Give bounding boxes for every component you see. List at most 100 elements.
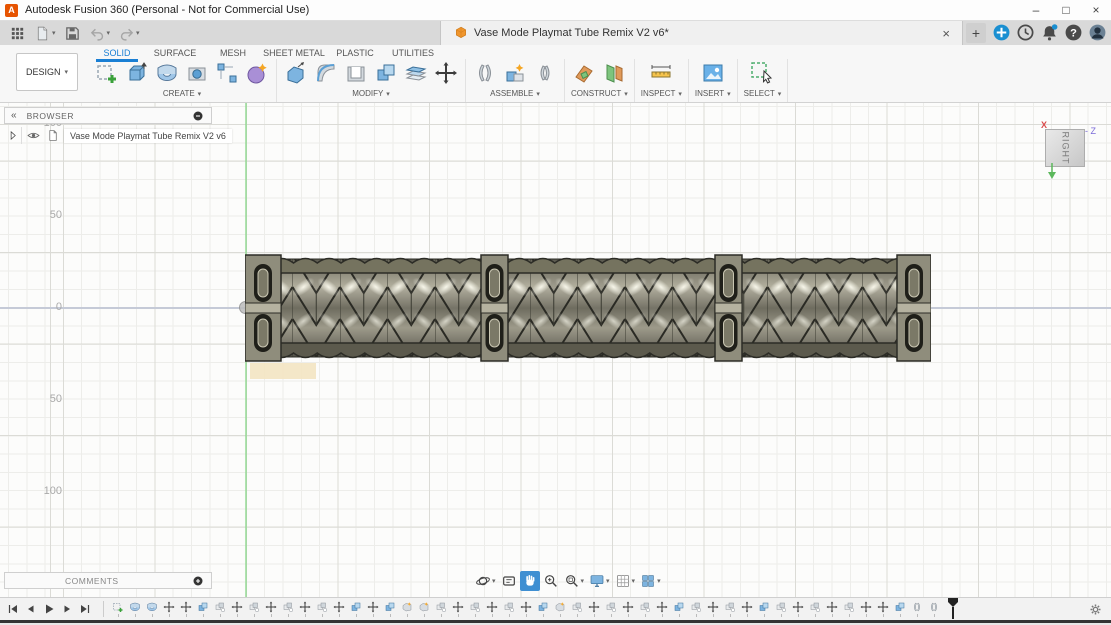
timeline-feature-base-feature[interactable]	[554, 601, 566, 617]
timeline-feature-combine[interactable]	[673, 601, 685, 617]
timeline-feature-copy[interactable]	[639, 601, 651, 617]
timeline-feature-move-tool[interactable]	[367, 601, 379, 617]
new-tab-button[interactable]: +	[966, 23, 986, 43]
timeline-feature-move-tool[interactable]	[163, 601, 175, 617]
timeline-feature-create-sketch[interactable]	[112, 601, 124, 617]
step-forward-button[interactable]	[60, 602, 73, 615]
joint-origin-icon[interactable]	[532, 60, 558, 86]
orbit-tool[interactable]: ▾	[473, 571, 498, 591]
timeline-feature-copy[interactable]	[571, 601, 583, 617]
timeline-feature-move-tool[interactable]	[486, 601, 498, 617]
play-button[interactable]	[42, 602, 55, 615]
skip-end-button[interactable]	[78, 602, 91, 615]
assemble-dropdown[interactable]: ASSEMBLE▾	[490, 89, 540, 98]
timeline-feature-base-feature[interactable]	[418, 601, 430, 617]
model-viewport[interactable]: 10050050100	[0, 103, 1111, 597]
timeline-feature-move-tool[interactable]	[333, 601, 345, 617]
select-box-icon[interactable]	[749, 60, 775, 86]
timeline-feature-copy[interactable]	[775, 601, 787, 617]
timeline-feature-move-tool[interactable]	[622, 601, 634, 617]
timeline-feature-combine[interactable]	[894, 601, 906, 617]
timeline-feature-copy[interactable]	[435, 601, 447, 617]
create-sketch-icon[interactable]	[94, 60, 120, 86]
timeline-feature-move-tool[interactable]	[826, 601, 838, 617]
expand-arrow-icon[interactable]	[4, 127, 22, 144]
extrude-icon[interactable]	[124, 60, 150, 86]
fillet-icon[interactable]	[313, 60, 339, 86]
timeline-feature-move-tool[interactable]	[860, 601, 872, 617]
close-window-button[interactable]: ×	[1081, 0, 1111, 20]
timeline-feature-copy[interactable]	[282, 601, 294, 617]
timeline-feature-move-tool[interactable]	[231, 601, 243, 617]
timeline-feature-copy[interactable]	[469, 601, 481, 617]
component-name[interactable]: Vase Mode Playmat Tube Remix V2 v6	[64, 129, 232, 143]
construct-dropdown[interactable]: CONSTRUCT▾	[571, 89, 628, 98]
file-button[interactable]: ▾	[31, 23, 59, 44]
timeline-feature-move-tool[interactable]	[707, 601, 719, 617]
timeline-feature-move-tool[interactable]	[180, 601, 192, 617]
timeline-feature-copy[interactable]	[605, 601, 617, 617]
extensions-icon[interactable]	[992, 23, 1011, 42]
circle-minus-icon[interactable]	[190, 108, 205, 123]
joint-icon[interactable]	[472, 60, 498, 86]
tube-model[interactable]	[245, 253, 931, 363]
timeline-feature-move-tool[interactable]	[452, 601, 464, 617]
avatar-icon[interactable]	[1088, 23, 1107, 42]
fit-tool[interactable]: ▾	[562, 571, 587, 591]
timeline-playhead[interactable]	[948, 598, 958, 619]
app-grid-button[interactable]	[6, 23, 29, 44]
select-dropdown[interactable]: SELECT▾	[744, 89, 782, 98]
timeline-feature-copy[interactable]	[316, 601, 328, 617]
display-tool[interactable]: ▾	[587, 571, 612, 591]
look-at-tool[interactable]	[499, 571, 519, 591]
viewcube[interactable]: RIGHT	[1045, 129, 1085, 167]
circle-plus-icon[interactable]	[190, 573, 205, 588]
shell-icon[interactable]	[343, 60, 369, 86]
redo-button[interactable]: ▾	[115, 23, 143, 44]
pattern-icon[interactable]	[214, 60, 240, 86]
move-tool-icon[interactable]	[433, 60, 459, 86]
timeline-feature-joint[interactable]	[928, 601, 940, 617]
timeline-feature-revolve[interactable]	[146, 601, 158, 617]
timeline-feature-move-tool[interactable]	[877, 601, 889, 617]
plane-mid-icon[interactable]	[571, 60, 597, 86]
timeline-feature-combine[interactable]	[197, 601, 209, 617]
document-tab[interactable]: Vase Mode Playmat Tube Remix V2 v6* ×	[440, 21, 963, 45]
planes-icon[interactable]	[601, 60, 627, 86]
timeline-feature-move-tool[interactable]	[741, 601, 753, 617]
viewcube-face-label[interactable]: RIGHT	[1060, 132, 1070, 165]
revolve-icon[interactable]	[154, 60, 180, 86]
timeline-feature-copy[interactable]	[724, 601, 736, 617]
zoom-tool[interactable]	[541, 571, 561, 591]
step-back-button[interactable]	[24, 602, 37, 615]
timeline-feature-move-tool[interactable]	[265, 601, 277, 617]
inspect-dropdown[interactable]: INSPECT▾	[641, 89, 682, 98]
modify-dropdown[interactable]: MODIFY▾	[352, 89, 390, 98]
measure-icon[interactable]	[648, 60, 674, 86]
viewports-tool[interactable]: ▾	[638, 571, 663, 591]
browser-tree-item[interactable]: Vase Mode Playmat Tube Remix V2 v6	[4, 127, 232, 144]
timeline-feature-copy[interactable]	[214, 601, 226, 617]
press-pull-icon[interactable]	[283, 60, 309, 86]
form-icon[interactable]	[244, 60, 270, 86]
timeline-feature-move-tool[interactable]	[656, 601, 668, 617]
new-component-icon[interactable]	[502, 60, 528, 86]
create-dropdown[interactable]: CREATE▾	[163, 89, 201, 98]
timeline-feature-combine[interactable]	[758, 601, 770, 617]
timeline-feature-copy[interactable]	[809, 601, 821, 617]
timeline-feature-base-feature[interactable]	[401, 601, 413, 617]
job-status-icon[interactable]	[1016, 23, 1035, 42]
sheets-icon[interactable]	[403, 60, 429, 86]
skip-start-button[interactable]	[6, 602, 19, 615]
undo-button[interactable]: ▾	[86, 23, 114, 44]
timeline-feature-copy[interactable]	[248, 601, 260, 617]
close-tab-icon[interactable]: ×	[938, 26, 954, 41]
minimize-window-button[interactable]: –	[1021, 0, 1051, 20]
timeline-feature-copy[interactable]	[503, 601, 515, 617]
timeline-settings-gear-icon[interactable]	[1088, 602, 1103, 622]
browser-panel-header[interactable]: « BROWSER	[4, 107, 212, 124]
design-workspace-dropdown[interactable]: DESIGN ▾	[16, 53, 78, 91]
comments-panel-header[interactable]: COMMENTS	[4, 572, 212, 589]
timeline-feature-move-tool[interactable]	[588, 601, 600, 617]
timeline-feature-copy[interactable]	[843, 601, 855, 617]
